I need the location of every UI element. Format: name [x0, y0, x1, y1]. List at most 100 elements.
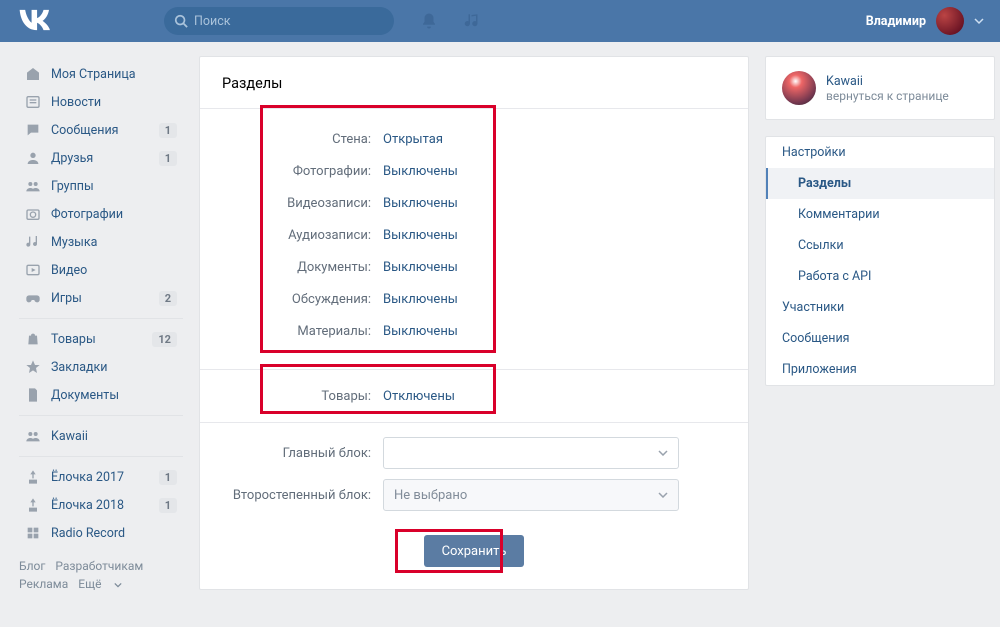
nav-item[interactable]: Видео	[19, 256, 183, 284]
video-icon	[23, 260, 43, 280]
setting-label: Аудиозаписи:	[222, 228, 377, 243]
nav-item[interactable]: Фотографии	[19, 200, 183, 228]
nav-item[interactable]: Новости	[19, 88, 183, 116]
back-link[interactable]: вернуться к странице	[826, 89, 949, 103]
nav-label: Kawaii	[51, 429, 88, 444]
setting-row: Аудиозаписи:Выключены	[222, 219, 726, 251]
secblock-select[interactable]: Не выбрано	[383, 479, 679, 511]
nav-label: Фотографии	[51, 207, 123, 222]
setting-value[interactable]: Открытая	[377, 132, 443, 147]
nav-label: Документы	[51, 388, 119, 403]
menu-item[interactable]: Ссылки	[766, 230, 994, 261]
nav-label: Закладки	[51, 360, 108, 375]
nav-label: Игры	[51, 291, 82, 306]
chevron-down-icon	[658, 492, 668, 498]
msg-icon	[23, 120, 43, 140]
group-avatar[interactable]	[782, 71, 816, 105]
search-box[interactable]	[164, 7, 394, 35]
save-button[interactable]: Сохранить	[424, 535, 525, 567]
nav-item[interactable]: Ёлочка 20171	[19, 463, 183, 491]
mainblock-select[interactable]	[383, 437, 679, 469]
groups-icon	[23, 176, 43, 196]
nav-item[interactable]: Музыка	[19, 228, 183, 256]
nav-item[interactable]: Сообщения1	[19, 116, 183, 144]
news-icon	[23, 92, 43, 112]
setting-row: Документы:Выключены	[222, 251, 726, 283]
nav-label: Видео	[51, 263, 87, 278]
doc-icon	[23, 385, 43, 405]
chevron-down-icon	[974, 16, 984, 26]
setting-value[interactable]: Отключены	[377, 389, 455, 404]
nav-item[interactable]: Друзья1	[19, 144, 183, 172]
nav-label: Ёлочка 2017	[51, 470, 124, 485]
footer-dev[interactable]: Разработчикам	[55, 559, 143, 573]
nav-label: Сообщения	[51, 123, 119, 138]
footer-links: Блог Разработчикам Реклама Ещё	[19, 557, 183, 593]
footer-blog[interactable]: Блог	[19, 559, 45, 573]
setting-value[interactable]: Выключены	[377, 292, 458, 307]
nav-item[interactable]: Товары12	[19, 325, 183, 353]
nav-item[interactable]: Группы	[19, 172, 183, 200]
settings-card: Разделы Стена:ОткрытаяФотографии:Выключе…	[199, 56, 749, 590]
search-input[interactable]	[194, 14, 384, 29]
menu-item[interactable]: Приложения	[766, 354, 994, 385]
nav-item[interactable]: Ёлочка 20181	[19, 491, 183, 519]
nav-label: Ёлочка 2018	[51, 498, 124, 513]
bag-icon	[23, 329, 43, 349]
nav-label: Музыка	[51, 235, 97, 250]
setting-value[interactable]: Выключены	[377, 324, 458, 339]
menu-item[interactable]: Комментарии	[766, 199, 994, 230]
settings-menu: НастройкиРазделыКомментарииСсылкиРабота …	[765, 136, 995, 386]
setting-row: Фотографии:Выключены	[222, 155, 726, 187]
menu-item[interactable]: Участники	[766, 292, 994, 323]
friend-icon	[23, 148, 43, 168]
setting-value[interactable]: Выключены	[377, 196, 458, 211]
bell-icon[interactable]	[420, 12, 438, 30]
secblock-value: Не выбрано	[394, 488, 467, 503]
left-nav: Моя Страница Новости Сообщения1Друзья1 Груп…	[19, 56, 183, 593]
vk-logo[interactable]	[16, 7, 44, 35]
nav-item[interactable]: Документы	[19, 381, 183, 409]
footer-more[interactable]: Ещё	[78, 577, 122, 591]
app-icon	[23, 495, 43, 515]
footer-ads[interactable]: Реклама	[19, 577, 68, 591]
mainblock-row: Главный блок:	[222, 437, 726, 469]
chevron-down-icon	[658, 450, 668, 456]
app-icon	[23, 467, 43, 487]
nav-item[interactable]: Kawaii	[19, 422, 183, 450]
setting-row: Материалы:Выключены	[222, 315, 726, 347]
setting-label: Документы:	[222, 260, 377, 275]
menu-item[interactable]: Сообщения	[766, 323, 994, 354]
page-title: Разделы	[200, 57, 748, 108]
setting-label: Товары:	[222, 389, 377, 404]
setting-value[interactable]: Выключены	[377, 164, 458, 179]
star-icon	[23, 357, 43, 377]
setting-value[interactable]: Выключены	[377, 260, 458, 275]
setting-value[interactable]: Выключены	[377, 228, 458, 243]
mainblock-label: Главный блок:	[222, 446, 377, 461]
search-icon	[174, 14, 188, 28]
menu-item[interactable]: Настройки	[766, 137, 994, 168]
nav-item[interactable]: Моя Страница	[19, 60, 183, 88]
groups-icon	[23, 426, 43, 446]
avatar	[936, 7, 964, 35]
top-icons	[420, 12, 482, 30]
nav-badge: 12	[152, 332, 177, 347]
setting-label: Фотографии:	[222, 164, 377, 179]
music-icon[interactable]	[464, 12, 482, 30]
nav-item[interactable]: Radio Record	[19, 519, 183, 547]
nav-item[interactable]: Закладки	[19, 353, 183, 381]
topbar: Владимир	[0, 0, 1000, 42]
main-column: Разделы Стена:ОткрытаяФотографии:Выключе…	[199, 56, 749, 593]
nav-item[interactable]: Игры2	[19, 284, 183, 312]
secblock-row: Второстепенный блок: Не выбрано	[222, 479, 726, 511]
setting-label: Обсуждения:	[222, 292, 377, 307]
user-menu[interactable]: Владимир	[866, 7, 984, 35]
username: Владимир	[866, 14, 926, 29]
group-card: Kawaii вернуться к странице	[765, 56, 995, 120]
nav-label: Группы	[51, 179, 94, 194]
nav-label: Новости	[51, 95, 101, 110]
menu-item[interactable]: Работа с API	[766, 261, 994, 292]
group-name[interactable]: Kawaii	[826, 74, 949, 89]
menu-item[interactable]: Разделы	[766, 168, 994, 199]
